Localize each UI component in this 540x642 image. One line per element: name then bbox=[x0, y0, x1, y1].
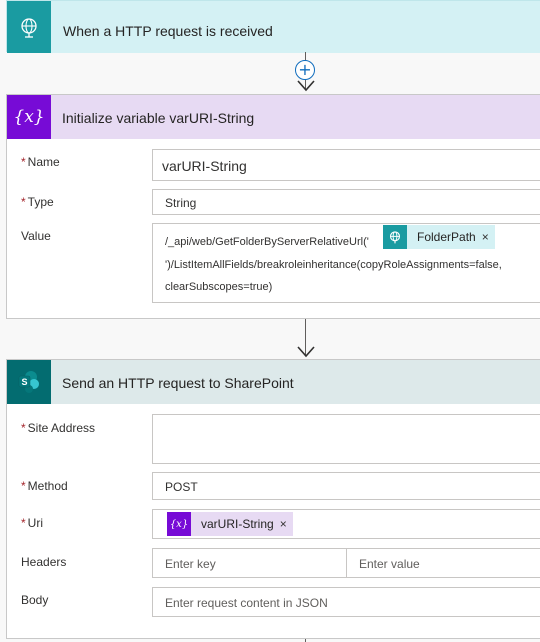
variable-icon: {x} bbox=[167, 512, 191, 536]
init-variable-header[interactable]: {x} Initialize variable varURI-String bbox=[7, 95, 540, 139]
sharepoint-header[interactable]: S Send an HTTP request to SharePoint bbox=[7, 360, 540, 404]
headers-value-input[interactable]: Enter value bbox=[346, 548, 540, 578]
remove-token-icon[interactable]: × bbox=[274, 517, 293, 531]
token-label: varURI-String bbox=[201, 517, 274, 531]
headers-label: Headers bbox=[21, 555, 67, 569]
svg-text:S: S bbox=[21, 377, 27, 387]
headers-key-input[interactable]: Enter key bbox=[152, 548, 347, 578]
sharepoint-icon: S bbox=[7, 360, 51, 404]
arrow-down-icon bbox=[297, 80, 315, 92]
folderpath-token[interactable]: FolderPath × bbox=[383, 225, 495, 249]
type-select[interactable]: String bbox=[152, 189, 540, 215]
arrow-down-icon bbox=[297, 346, 315, 358]
globe-request-icon bbox=[7, 1, 51, 53]
value-input[interactable]: /_api/web/GetFolderByServerRelativeUrl('… bbox=[152, 223, 540, 303]
add-step-button[interactable]: + bbox=[295, 60, 315, 80]
init-variable-card[interactable]: {x} Initialize variable varURI-String * N… bbox=[6, 94, 540, 319]
value-label: Value bbox=[21, 229, 51, 243]
trigger-header[interactable]: When a HTTP request is received bbox=[7, 1, 540, 53]
sharepoint-action-card[interactable]: S Send an HTTP request to SharePoint * Si… bbox=[6, 359, 540, 639]
varuri-string-token[interactable]: {x} varURI-String × bbox=[167, 512, 293, 536]
name-label: * Name bbox=[21, 155, 60, 169]
globe-request-icon bbox=[383, 225, 407, 249]
uri-input[interactable]: {x} varURI-String × bbox=[152, 509, 540, 539]
uri-label: * Uri bbox=[21, 516, 43, 530]
type-label: * Type bbox=[21, 195, 54, 209]
site-address-label: * Site Address bbox=[21, 421, 96, 435]
sharepoint-title: Send an HTTP request to SharePoint bbox=[62, 375, 294, 391]
trigger-card[interactable]: When a HTTP request is received bbox=[6, 0, 540, 53]
method-label: * Method bbox=[21, 479, 68, 493]
body-input[interactable]: Enter request content in JSON bbox=[152, 587, 540, 617]
remove-token-icon[interactable]: × bbox=[476, 230, 495, 244]
site-address-input[interactable] bbox=[152, 414, 540, 464]
variable-icon: {x} bbox=[7, 95, 51, 139]
plus-circle-icon: + bbox=[298, 60, 312, 79]
init-variable-title: Initialize variable varURI-String bbox=[62, 110, 255, 126]
body-label: Body bbox=[21, 593, 49, 607]
method-select[interactable]: POST bbox=[152, 472, 540, 500]
name-input[interactable]: varURI-String bbox=[152, 149, 540, 181]
token-label: FolderPath bbox=[417, 230, 476, 244]
trigger-title: When a HTTP request is received bbox=[63, 23, 273, 39]
